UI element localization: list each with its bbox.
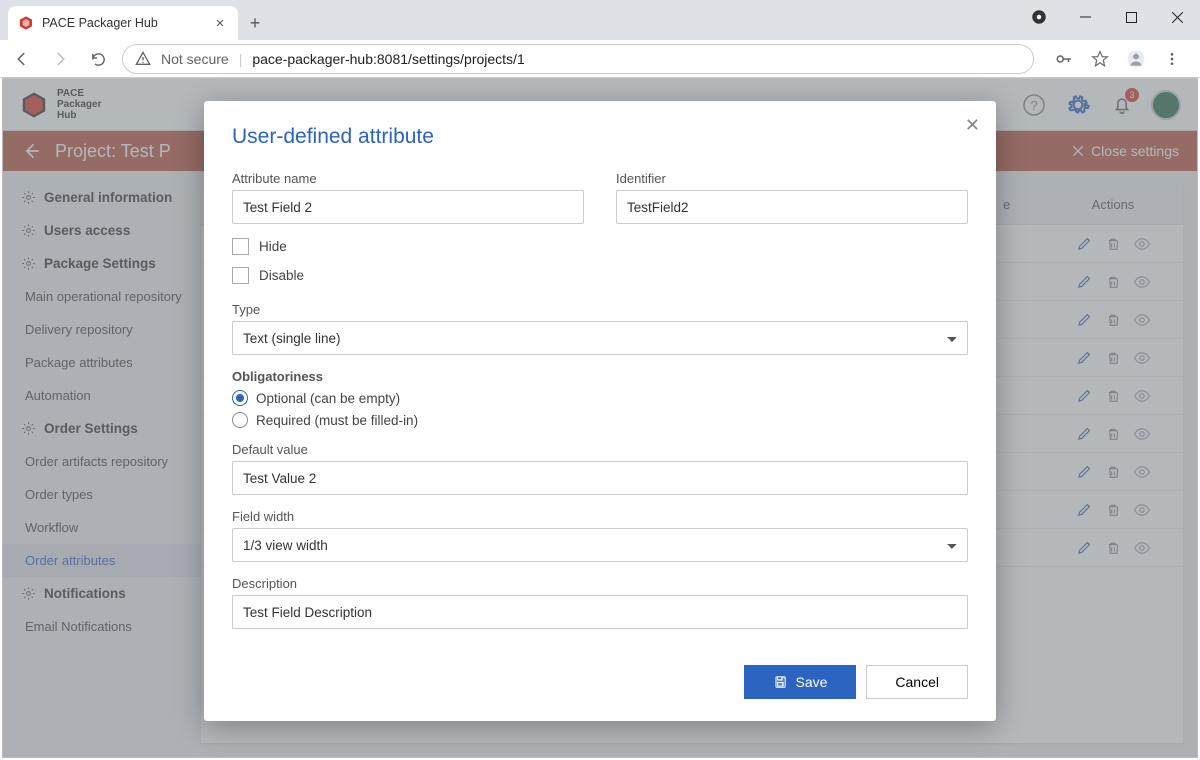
width-label: Field width (232, 509, 968, 524)
reload-button[interactable] (84, 45, 112, 73)
forward-button[interactable] (46, 45, 74, 73)
incognito-icon[interactable] (1016, 0, 1062, 34)
app-root: PACEPackagerHub ? 3 Project: Test P Clos… (2, 78, 1198, 758)
obligatoriness-label: Obligatoriness (232, 369, 968, 384)
browser-chrome: PACE Packager Hub × + Not secure | pace-… (0, 0, 1200, 78)
modal-close-icon[interactable]: ✕ (965, 115, 980, 136)
window-controls (1016, 0, 1200, 34)
hide-checkbox-row[interactable]: Hide (232, 238, 968, 255)
tab-favicon-icon (18, 15, 34, 31)
attr-name-label: Attribute name (232, 171, 584, 186)
address-bar: Not secure | pace-packager-hub:8081/sett… (0, 40, 1200, 78)
back-button[interactable] (8, 45, 36, 73)
modal-dialog: ✕ User-defined attribute Attribute name … (204, 101, 996, 721)
type-label: Type (232, 302, 968, 317)
default-input[interactable] (232, 461, 968, 495)
new-tab-button[interactable]: + (238, 6, 272, 40)
type-select[interactable]: Text (single line) (232, 321, 968, 355)
identifier-label: Identifier (616, 171, 968, 186)
cancel-button[interactable]: Cancel (866, 665, 968, 699)
modal-overlay: ✕ User-defined attribute Attribute name … (3, 79, 1197, 757)
disable-checkbox-row[interactable]: Disable (232, 267, 968, 284)
required-radio-row[interactable]: Required (must be filled-in) (232, 412, 968, 428)
modal-title: User-defined attribute (232, 125, 968, 149)
tab-title: PACE Packager Hub (42, 16, 158, 30)
tab-strip: PACE Packager Hub × + (0, 0, 1200, 40)
not-secure-label: Not secure (161, 51, 229, 67)
star-icon[interactable] (1088, 47, 1112, 71)
attr-name-input[interactable] (232, 190, 584, 224)
key-icon[interactable] (1052, 47, 1076, 71)
identifier-input[interactable] (616, 190, 968, 224)
browser-tab[interactable]: PACE Packager Hub × (8, 6, 238, 40)
menu-icon[interactable] (1160, 47, 1184, 71)
description-input[interactable] (232, 595, 968, 629)
required-radio[interactable] (232, 412, 248, 428)
hide-checkbox[interactable] (232, 238, 249, 255)
url-input[interactable]: Not secure | pace-packager-hub:8081/sett… (122, 44, 1034, 74)
maximize-button[interactable] (1108, 0, 1154, 34)
default-label: Default value (232, 442, 968, 457)
description-label: Description (232, 576, 968, 591)
url-text: pace-packager-hub:8081/settings/projects… (252, 51, 524, 67)
minimize-button[interactable] (1062, 0, 1108, 34)
save-button[interactable]: Save (744, 665, 856, 699)
profile-icon[interactable] (1124, 47, 1148, 71)
optional-radio-row[interactable]: Optional (can be empty) (232, 390, 968, 406)
save-icon (773, 675, 787, 689)
disable-checkbox[interactable] (232, 267, 249, 284)
security-warning-icon (135, 51, 151, 67)
optional-radio[interactable] (232, 390, 248, 406)
close-window-button[interactable] (1154, 0, 1200, 34)
width-select[interactable]: 1/3 view width (232, 528, 968, 562)
tab-close-icon[interactable]: × (212, 15, 228, 31)
